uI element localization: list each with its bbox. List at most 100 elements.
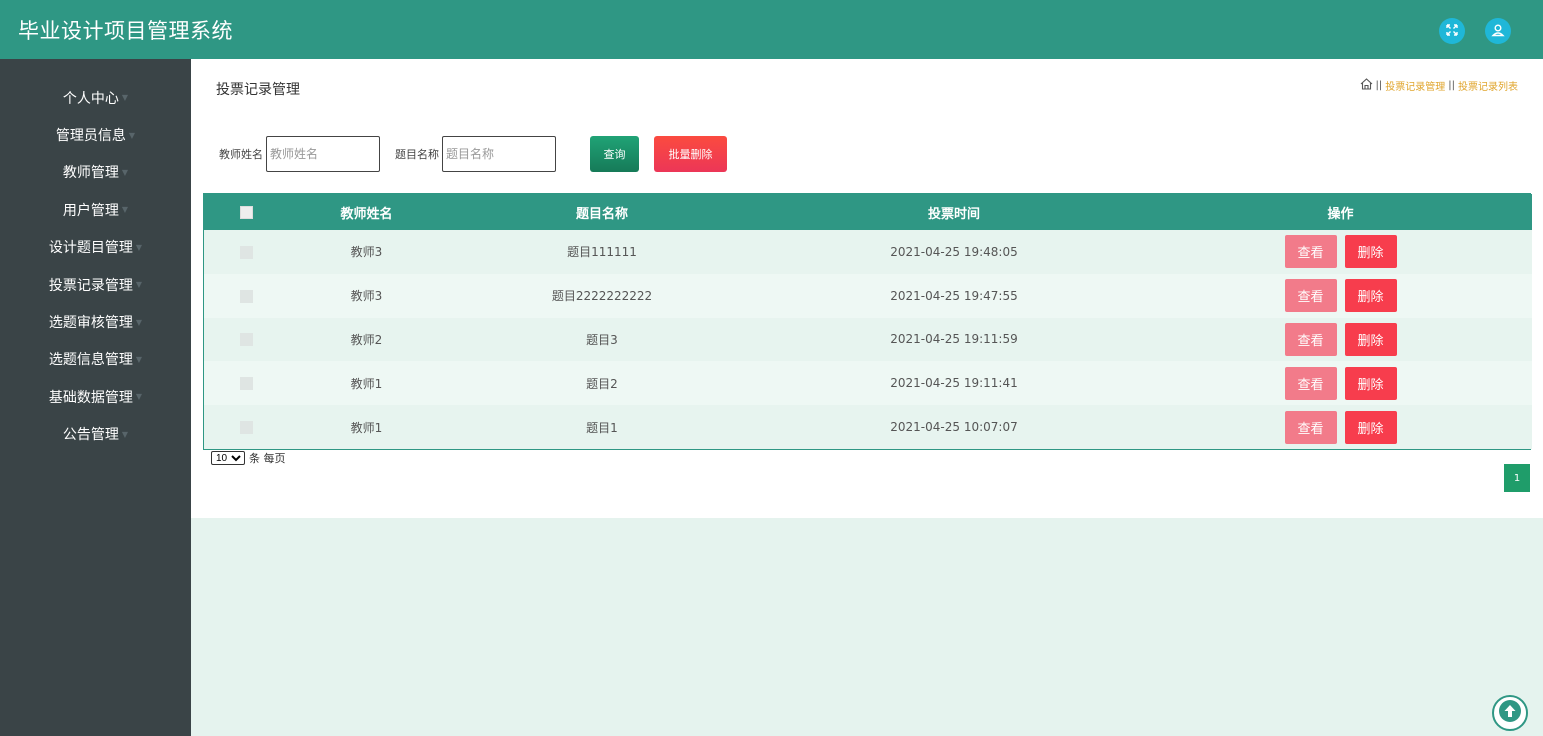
caret-down-icon: ▼ xyxy=(135,317,143,327)
sidebar-item-topic-management[interactable]: 设计题目管理 ▼ xyxy=(0,229,191,266)
bulk-delete-button[interactable]: 批量删除 xyxy=(654,136,727,172)
row-checkbox[interactable] xyxy=(239,421,253,435)
topic-cell: 题目111111 xyxy=(567,245,637,260)
topic-cell: 题目1 xyxy=(586,420,618,435)
time-cell: 2021-04-25 19:48:05 xyxy=(890,244,1018,259)
sidebar-item-label: 个人中心 xyxy=(62,90,119,107)
teacher-cell: 教师2 xyxy=(350,332,383,347)
sidebar-item-announcements[interactable]: 公告管理 ▼ xyxy=(0,416,191,453)
row-checkbox[interactable] xyxy=(239,245,253,259)
column-header-actions: 操作 xyxy=(1327,206,1354,222)
row-checkbox[interactable] xyxy=(239,333,253,347)
topic-cell: 题目2222222222 xyxy=(551,289,653,304)
column-header-time[interactable]: 投票时间 xyxy=(759,194,1149,230)
select-all-checkbox[interactable] xyxy=(239,205,253,219)
caret-down-icon: ▼ xyxy=(135,392,143,402)
home-icon[interactable] xyxy=(1360,78,1373,93)
caret-down-icon: ▼ xyxy=(121,93,129,103)
pagination-page-button[interactable]: 1 xyxy=(1504,464,1530,492)
sidebar-item-personal-center[interactable]: 个人中心 ▼ xyxy=(0,79,191,116)
user-icon xyxy=(1491,22,1505,41)
breadcrumb-item[interactable]: 投票记录管理 xyxy=(1385,78,1445,93)
row-checkbox[interactable] xyxy=(239,289,253,303)
caret-down-icon: ▼ xyxy=(135,242,143,252)
time-cell: 2021-04-25 19:47:55 xyxy=(890,288,1018,303)
sidebar-item-label: 基础数据管理 xyxy=(48,389,133,406)
view-button[interactable]: 查看 xyxy=(1284,235,1337,269)
view-button[interactable]: 查看 xyxy=(1284,279,1337,313)
breadcrumb-separator: || xyxy=(1375,80,1383,91)
teacher-cell: 教师3 xyxy=(350,289,383,304)
back-to-top-button[interactable] xyxy=(1492,695,1528,731)
caret-down-icon: ▼ xyxy=(121,205,129,215)
table-row: 教师1 题目1 2021-04-25 10:07:07 查看 删除 xyxy=(204,405,1532,449)
query-button[interactable]: 查询 xyxy=(590,136,639,172)
page-title: 投票记录管理 xyxy=(216,82,300,98)
delete-button[interactable]: 删除 xyxy=(1344,366,1397,400)
top-bar: 毕业设计项目管理系统 xyxy=(0,0,1543,59)
breadcrumb-separator: || xyxy=(1448,80,1455,91)
arrow-up-icon xyxy=(1498,699,1522,727)
search-bar: 教师姓名 题目名称 查询 批量删除 xyxy=(219,136,727,172)
delete-button[interactable]: 删除 xyxy=(1344,279,1397,313)
delete-button[interactable]: 删除 xyxy=(1344,322,1397,356)
sidebar-item-user-management[interactable]: 用户管理 ▼ xyxy=(0,191,191,228)
teacher-cell: 教师3 xyxy=(350,245,383,260)
column-header-teacher[interactable]: 教师姓名 xyxy=(288,194,445,230)
delete-button[interactable]: 删除 xyxy=(1344,410,1397,444)
topic-name-label: 题目名称 xyxy=(395,148,439,161)
row-checkbox[interactable] xyxy=(239,377,253,391)
topic-cell: 题目2 xyxy=(586,376,618,391)
sidebar-item-basic-data[interactable]: 基础数据管理 ▼ xyxy=(0,378,191,415)
teacher-name-input[interactable] xyxy=(266,136,380,172)
app-title: 毕业设计项目管理系统 xyxy=(18,18,233,43)
sidebar-item-label: 管理员信息 xyxy=(55,128,126,145)
column-header-topic[interactable]: 题目名称 xyxy=(445,194,759,230)
sidebar-item-admin-info[interactable]: 管理员信息 ▼ xyxy=(0,116,191,153)
sidebar-item-selection-info[interactable]: 选题信息管理 ▼ xyxy=(0,341,191,378)
time-cell: 2021-04-25 19:11:41 xyxy=(890,376,1018,391)
topic-name-input[interactable] xyxy=(442,136,556,172)
table-row: 教师1 题目2 2021-04-25 19:11:41 查看 删除 xyxy=(204,361,1532,406)
teacher-cell: 教师1 xyxy=(350,376,383,391)
sidebar-item-vote-records[interactable]: 投票记录管理 ▼ xyxy=(0,266,191,303)
caret-down-icon: ▼ xyxy=(128,130,136,140)
view-button[interactable]: 查看 xyxy=(1284,366,1337,400)
page-size-select[interactable]: 10 xyxy=(211,451,245,465)
sidebar-item-label: 选题信息管理 xyxy=(48,352,133,369)
page-size-suffix: 条 每页 xyxy=(249,452,286,465)
table-header-row: 教师姓名 题目名称 投票时间 操作 xyxy=(204,194,1532,230)
breadcrumb-item[interactable]: 投票记录列表 xyxy=(1458,78,1518,93)
main-panel: 投票记录管理 || 投票记录管理 || 投票记录列表 教师姓名 题目名称 查询 … xyxy=(191,59,1543,518)
caret-down-icon: ▼ xyxy=(121,167,129,177)
sidebar-item-label: 用户管理 xyxy=(62,202,119,219)
breadcrumb: || 投票记录管理 || 投票记录列表 xyxy=(1360,78,1518,93)
page-size-control: 10 条 每页 xyxy=(211,450,286,466)
sidebar-item-label: 投票记录管理 xyxy=(48,277,133,294)
topic-cell: 题目3 xyxy=(586,332,618,347)
caret-down-icon: ▼ xyxy=(135,354,143,364)
records-table: 教师姓名 题目名称 投票时间 操作 教师3 题目111111 2021-04-2… xyxy=(203,193,1532,450)
view-button[interactable]: 查看 xyxy=(1284,322,1337,356)
sidebar-item-label: 选题审核管理 xyxy=(48,315,133,332)
fullscreen-icon xyxy=(1445,22,1459,41)
fullscreen-button[interactable] xyxy=(1439,18,1465,44)
time-cell: 2021-04-25 19:11:59 xyxy=(890,332,1018,347)
table-row: 教师2 题目3 2021-04-25 19:11:59 查看 删除 xyxy=(204,317,1532,362)
top-icons xyxy=(1439,18,1511,44)
delete-button[interactable]: 删除 xyxy=(1344,235,1397,269)
sidebar-item-label: 公告管理 xyxy=(62,427,119,444)
sidebar: 个人中心 ▼ 管理员信息 ▼ 教师管理 ▼ 用户管理 ▼ 设计题目管理 ▼ 投票记录管理 ▼… xyxy=(0,59,191,736)
sidebar-item-selection-review[interactable]: 选题审核管理 ▼ xyxy=(0,303,191,340)
sidebar-item-label: 教师管理 xyxy=(62,165,119,182)
sidebar-item-teacher-management[interactable]: 教师管理 ▼ xyxy=(0,154,191,191)
sidebar-item-label: 设计题目管理 xyxy=(48,240,133,257)
caret-down-icon: ▼ xyxy=(121,429,129,439)
table-row: 教师3 题目111111 2021-04-25 19:48:05 查看 删除 xyxy=(204,230,1532,274)
table-row: 教师3 题目2222222222 2021-04-25 19:47:55 查看删… xyxy=(204,273,1532,318)
view-button[interactable]: 查看 xyxy=(1284,410,1337,444)
time-cell: 2021-04-25 10:07:07 xyxy=(890,420,1018,435)
teacher-cell: 教师1 xyxy=(350,420,383,435)
teacher-name-label: 教师姓名 xyxy=(219,148,263,161)
user-button[interactable] xyxy=(1485,18,1511,44)
